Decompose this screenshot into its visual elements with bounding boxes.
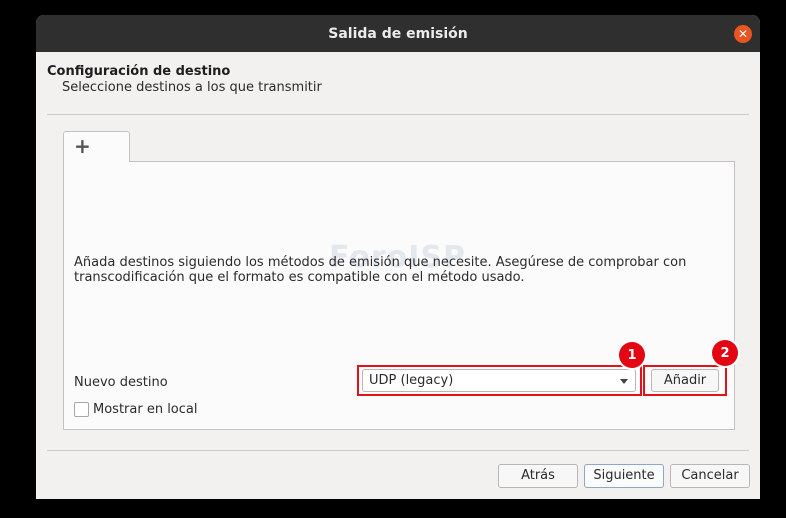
annotation-badge-2: 2 xyxy=(712,340,738,366)
tab-add-destination[interactable]: + xyxy=(63,131,130,162)
section-title: Configuración de destino xyxy=(47,64,231,79)
instructions-text: Añada destinos siguiendo los métodos de … xyxy=(74,255,687,285)
titlebar: Salida de emisión ✕ xyxy=(36,15,760,52)
annotation-highlight-1 xyxy=(357,365,642,396)
new-destination-label: Nuevo destino xyxy=(74,375,168,390)
back-button[interactable]: Atrás xyxy=(498,464,578,488)
annotation-highlight-2 xyxy=(643,365,727,396)
close-icon[interactable]: ✕ xyxy=(734,25,752,43)
footer-divider xyxy=(47,450,749,451)
destination-panel: ForoISP Añada destinos siguiendo los mét… xyxy=(63,161,738,430)
show-local-label[interactable]: Mostrar en local xyxy=(93,402,198,417)
stream-output-dialog: Salida de emisión ✕ Configuración de des… xyxy=(36,15,760,499)
window-title: Salida de emisión xyxy=(328,25,468,42)
cancel-button[interactable]: Cancelar xyxy=(670,464,750,488)
header-divider xyxy=(47,114,749,115)
annotation-badge-1: 1 xyxy=(619,342,645,368)
next-button[interactable]: Siguiente xyxy=(584,464,664,488)
show-local-checkbox[interactable] xyxy=(74,402,89,417)
section-subtitle: Seleccione destinos a los que transmitir xyxy=(62,80,322,95)
plus-icon: + xyxy=(74,134,91,158)
